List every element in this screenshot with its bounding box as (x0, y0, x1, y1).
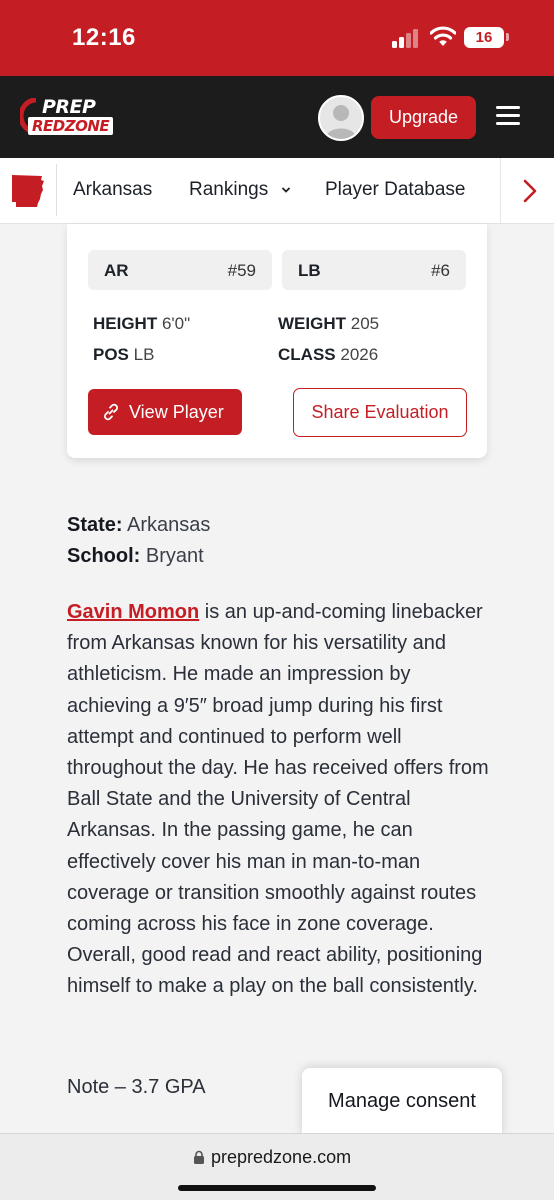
pos-stat: POS LB (93, 345, 154, 365)
pos-value: LB (133, 345, 155, 364)
state-line: State: Arkansas (67, 514, 210, 537)
subnav-item-arkansas[interactable]: Arkansas (73, 179, 152, 201)
view-player-button[interactable]: View Player (88, 389, 242, 435)
height-label: HEIGHT (93, 314, 158, 333)
chevron-down-icon[interactable] (281, 186, 291, 194)
subnav-divider (56, 164, 57, 216)
weight-stat: WEIGHT 205 (278, 314, 379, 334)
class-label: CLASS (278, 345, 336, 364)
status-time: 12:16 (72, 24, 136, 51)
upgrade-button[interactable]: Upgrade (371, 96, 476, 139)
home-indicator[interactable] (178, 1185, 376, 1191)
height-value: 6'0" (161, 314, 191, 333)
prep-redzone-logo[interactable]: PREP REDZONE (20, 96, 136, 140)
cellular-signal-icon (392, 28, 418, 48)
state-rank-chip[interactable]: AR #59 (88, 250, 272, 290)
subnav-item-player-database[interactable]: Player Database (325, 179, 465, 201)
hamburger-menu-icon[interactable] (496, 106, 520, 126)
class-value: 2026 (340, 345, 379, 364)
school-line: School: Bryant (67, 545, 204, 568)
logo-text-redzone: REDZONE (28, 117, 114, 135)
logo-text-prep: PREP (42, 96, 96, 118)
pos-label: POS (93, 345, 129, 364)
state-label: State: (67, 514, 123, 536)
chevron-right-icon[interactable] (522, 178, 538, 204)
school-label: School: (67, 545, 141, 567)
position-rank-label: LB (298, 261, 321, 280)
battery-tip (506, 33, 509, 41)
subnav-item-rankings[interactable]: Rankings (189, 179, 268, 201)
view-player-label: View Player (129, 402, 224, 422)
wifi-icon (430, 26, 456, 46)
gpa-note: Note – 3.7 GPA (67, 1076, 206, 1098)
link-icon (104, 403, 118, 421)
user-avatar[interactable] (318, 95, 364, 141)
school-value: Bryant (145, 545, 204, 567)
weight-label: WEIGHT (278, 314, 346, 333)
battery-icon: 16 (464, 27, 504, 48)
state-value: Arkansas (127, 514, 211, 536)
browser-url[interactable]: prepredzone.com (211, 1147, 351, 1168)
height-stat: HEIGHT 6'0" (93, 314, 190, 334)
user-silhouette-icon (325, 105, 357, 139)
manage-consent-button[interactable]: Manage consent (302, 1068, 502, 1136)
lock-icon (194, 1150, 204, 1164)
position-rank-chip[interactable]: LB #6 (282, 250, 466, 290)
position-rank-value: #6 (431, 261, 450, 280)
evaluation-text: is an up-and-coming linebacker from Arka… (67, 601, 489, 998)
weight-value: 205 (350, 314, 380, 333)
evaluation-paragraph: Gavin Momon is an up-and-coming lineback… (67, 597, 495, 1003)
class-stat: CLASS 2026 (278, 345, 378, 365)
player-name-link[interactable]: Gavin Momon (67, 601, 199, 623)
arkansas-state-icon[interactable] (10, 173, 46, 209)
share-evaluation-button[interactable]: Share Evaluation (293, 388, 467, 437)
state-rank-label: AR (104, 261, 129, 280)
state-rank-value: #59 (227, 261, 256, 280)
